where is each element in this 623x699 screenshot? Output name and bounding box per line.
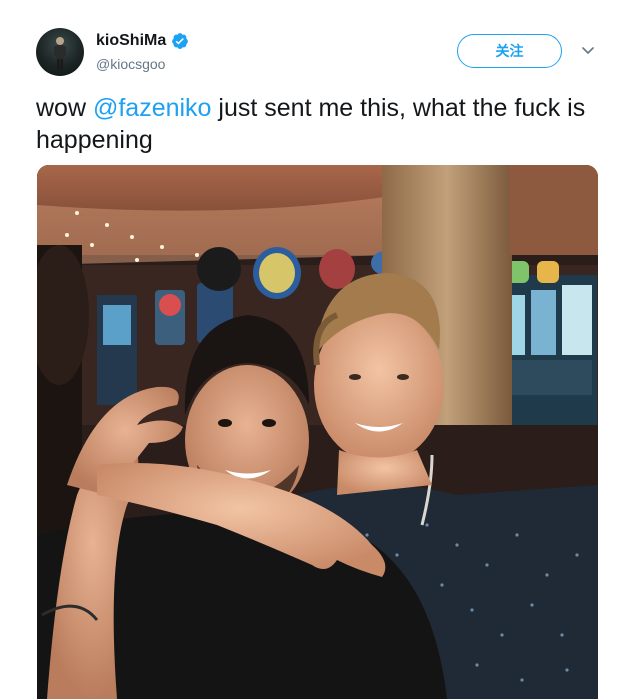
user-handle[interactable]: @kiocsgoo <box>96 56 189 72</box>
tweet-text: wow @fazeniko just sent me this, what th… <box>36 92 596 156</box>
tweet-photo[interactable] <box>37 165 598 699</box>
follow-button[interactable]: 关注 <box>457 34 562 68</box>
verified-badge-icon <box>172 33 189 49</box>
display-name[interactable]: kioShiMa <box>96 32 166 50</box>
chevron-down-icon[interactable] <box>580 42 596 58</box>
mention-link[interactable]: @fazeniko <box>93 94 212 122</box>
tweet-text-prefix: wow <box>36 94 93 122</box>
user-names: kioShiMa @kiocsgoo <box>96 32 189 72</box>
photo-illustration <box>37 165 598 699</box>
tweet-header: kioShiMa @kiocsgoo 关注 <box>36 28 606 78</box>
avatar[interactable] <box>36 28 84 76</box>
